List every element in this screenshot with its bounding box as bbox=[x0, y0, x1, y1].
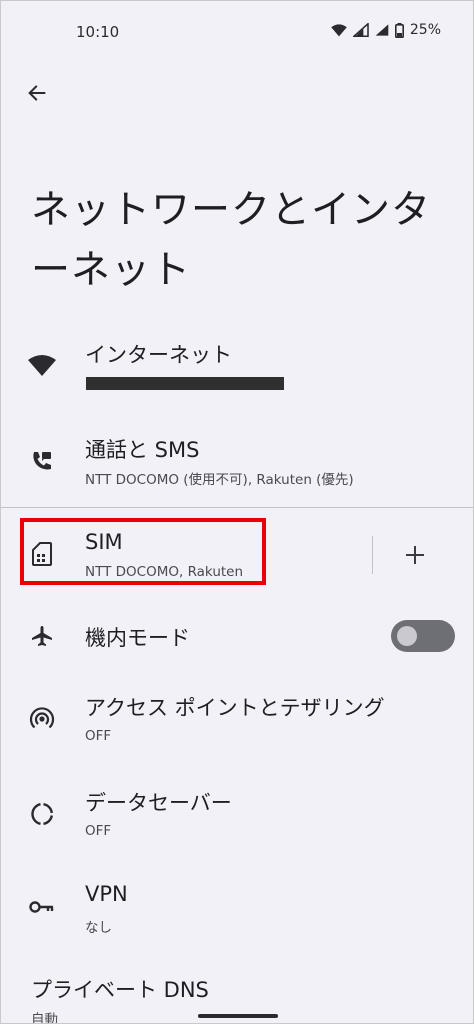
page-title: ネットワークとインターネット bbox=[31, 188, 432, 293]
item-title: アクセス ポイントとテザリング bbox=[85, 696, 385, 720]
add-sim-button[interactable] bbox=[395, 535, 435, 575]
status-time: 10:10 bbox=[76, 23, 120, 41]
redacted-network-name bbox=[86, 377, 284, 390]
item-subtitle: 自動 bbox=[31, 1012, 58, 1024]
arrow-back-icon bbox=[28, 85, 46, 101]
battery-percent: 25% bbox=[409, 22, 441, 38]
signal-status-icon-2 bbox=[375, 23, 389, 37]
airplane-mode-toggle[interactable] bbox=[391, 620, 455, 652]
settings-item-calls-sms[interactable]: 通話と SMS NTT DOCOMO (使用不可), Rakuten (優先) bbox=[1, 426, 473, 496]
back-button[interactable] bbox=[17, 73, 57, 113]
battery-icon bbox=[394, 22, 404, 38]
item-title: 通話と SMS bbox=[85, 438, 200, 462]
item-subtitle: OFF bbox=[85, 728, 112, 744]
status-icons: 25% bbox=[331, 22, 441, 38]
item-subtitle: なし bbox=[85, 920, 112, 936]
vpn-key-icon bbox=[25, 890, 59, 924]
item-title: インターネット bbox=[85, 343, 232, 367]
item-title: データセーバー bbox=[85, 791, 232, 815]
data-saver-icon bbox=[25, 797, 59, 831]
settings-item-hotspot-tethering[interactable]: アクセス ポイントとテザリング OFF bbox=[1, 686, 473, 756]
item-title: 機内モード bbox=[85, 626, 190, 650]
hotspot-icon bbox=[25, 702, 59, 736]
toggle-knob bbox=[397, 626, 417, 646]
section-divider bbox=[1, 507, 473, 508]
signal-status-icon bbox=[352, 23, 369, 37]
item-title: VPN bbox=[85, 882, 128, 906]
vertical-separator bbox=[372, 536, 373, 574]
wifi-status-icon bbox=[331, 23, 347, 37]
wifi-icon bbox=[25, 349, 59, 383]
plus-icon bbox=[406, 546, 424, 564]
item-subtitle: OFF bbox=[85, 823, 112, 839]
calls-sms-icon bbox=[25, 444, 59, 478]
item-title: プライベート DNS bbox=[31, 978, 209, 1002]
settings-item-data-saver[interactable]: データセーバー OFF bbox=[1, 781, 473, 851]
settings-screen: 10:10 25% ネットワークとインターネット インターネット 通話と SMS… bbox=[0, 0, 474, 1024]
status-bar: 10:10 25% bbox=[1, 1, 473, 63]
item-subtitle: NTT DOCOMO (使用不可), Rakuten (優先) bbox=[85, 472, 354, 488]
highlight-box bbox=[20, 518, 266, 585]
gesture-nav-handle[interactable] bbox=[198, 1014, 278, 1018]
settings-item-vpn[interactable]: VPN なし bbox=[1, 876, 473, 946]
settings-item-internet[interactable]: インターネット bbox=[1, 331, 473, 401]
airplane-icon bbox=[25, 619, 59, 653]
